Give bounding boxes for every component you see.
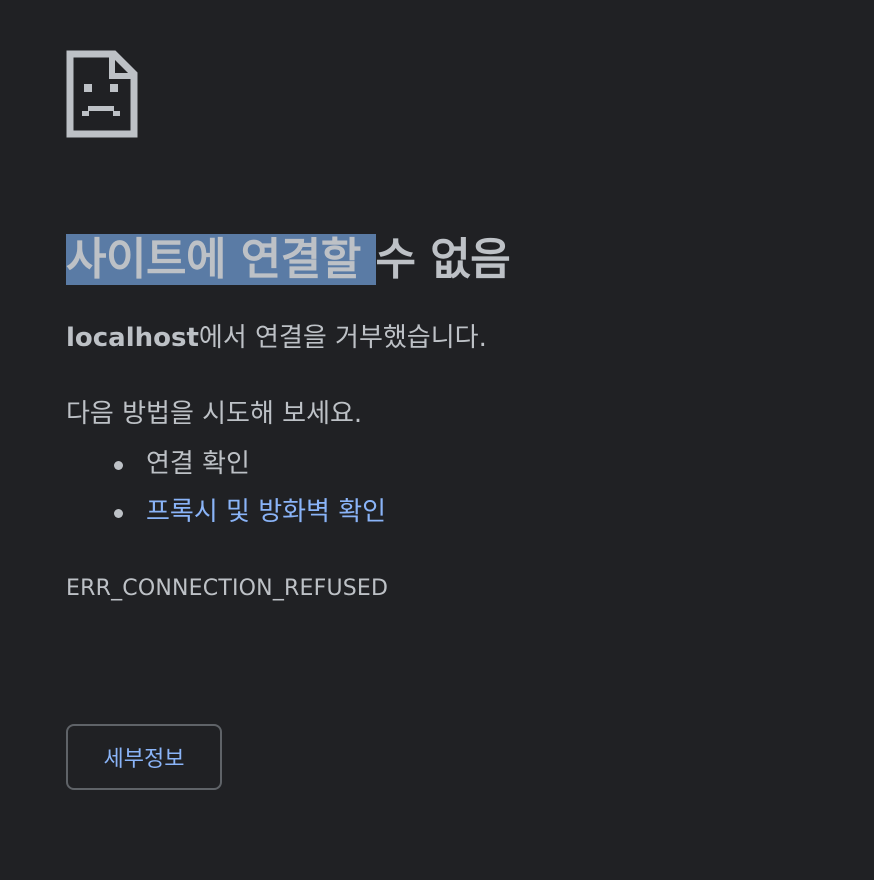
error-code: ERR_CONNECTION_REFUSED (66, 576, 389, 601)
proxy-firewall-link[interactable]: 프록시 및 방화벽 확인 (146, 497, 386, 527)
sad-page-icon (66, 50, 138, 138)
page-title: 사이트에 연결할 수 없음 (66, 232, 826, 288)
error-description: localhost에서 연결을 거부했습니다. (66, 320, 826, 356)
title-rest-text: 수 없음 (375, 234, 511, 285)
description-text: 에서 연결을 거부했습니다. (198, 323, 487, 353)
details-button[interactable]: 세부정보 (66, 724, 222, 790)
error-content: 사이트에 연결할 수 없음 localhost에서 연결을 거부했습니다. 다음… (66, 50, 826, 604)
host-name: localhost (66, 323, 199, 353)
suggestions-list: 연결 확인 프록시 및 방화벽 확인 (66, 440, 826, 536)
suggestions-intro: 다음 방법을 시도해 보세요. (66, 399, 363, 429)
title-selected-text: 사이트에 연결할 (66, 234, 376, 285)
suggestion-label: 연결 확인 (146, 449, 250, 479)
suggestion-check-proxy-firewall[interactable]: 프록시 및 방화벽 확인 (114, 488, 826, 536)
suggestion-check-connection: 연결 확인 (114, 440, 826, 488)
